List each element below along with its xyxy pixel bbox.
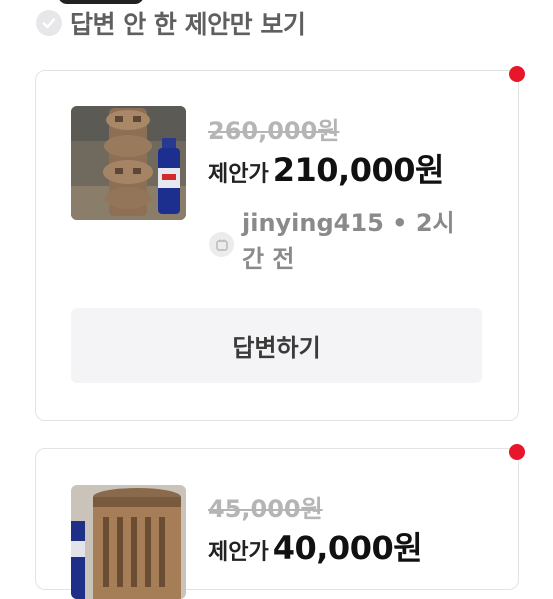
product-thumbnail[interactable] [71, 106, 186, 220]
offer-card[interactable]: 45,000원 제안가 40,000원 [35, 444, 525, 599]
reply-button[interactable]: 답변하기 [71, 308, 482, 383]
unanswered-filter-toggle[interactable]: 답변 안 한 제안만 보기 [36, 6, 306, 40]
check-icon[interactable] [36, 10, 62, 36]
offer-label: 제안가 [208, 540, 269, 565]
sender-and-time: jinying415 • 2시간 전 [242, 209, 455, 273]
original-price: 260,000원 [208, 117, 340, 145]
original-price: 45,000원 [208, 495, 323, 523]
top-pill-fragment [58, 0, 144, 4]
unread-dot [509, 66, 525, 82]
unread-dot [509, 444, 525, 460]
filter-label: 답변 안 한 제안만 보기 [70, 10, 306, 39]
user-avatar-icon [209, 232, 234, 257]
offer-card[interactable]: 260,000원 제안가 210,000원 jinying415 • 2시간 전… [35, 66, 525, 421]
offer-price-row: 제안가 210,000원 [208, 145, 444, 191]
offer-price: 40,000원 [272, 529, 423, 567]
offer-price-row: 제안가 40,000원 [208, 523, 423, 569]
offer-label: 제안가 [208, 162, 269, 187]
offer-price: 210,000원 [272, 151, 445, 189]
product-thumbnail[interactable] [71, 485, 186, 599]
